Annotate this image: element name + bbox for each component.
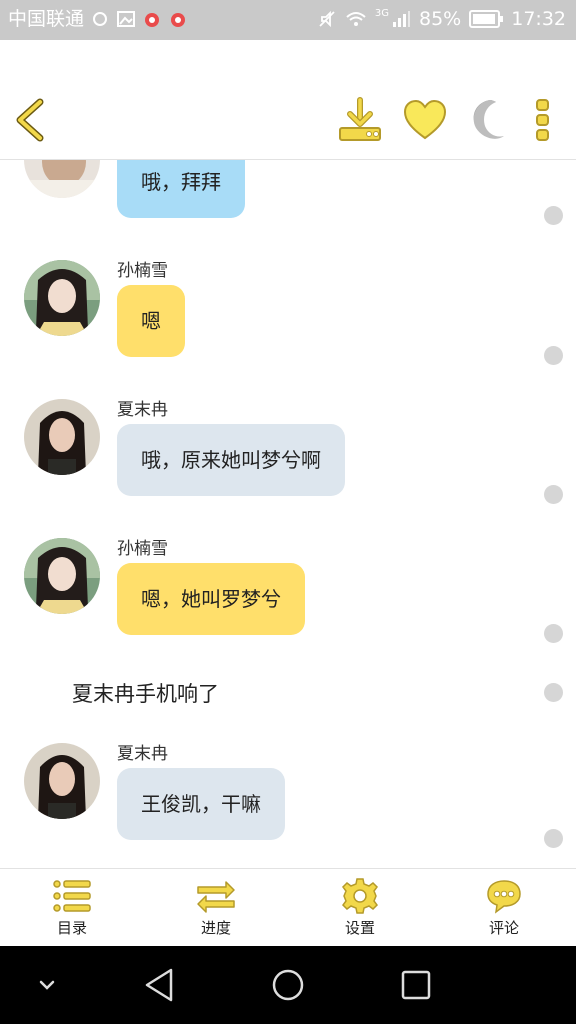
bottom-nav: 目录 进度 设置 评论 (0, 868, 576, 946)
sender-name: 孙楠雪 (117, 261, 168, 281)
narration-line: 夏末冉手机响了 (0, 670, 576, 720)
moon-icon[interactable] (466, 96, 514, 144)
narration-text: 夏末冉手机响了 (72, 682, 219, 706)
comment-dot[interactable] (544, 485, 563, 504)
gear-icon (342, 877, 378, 914)
app-badge-icon (171, 13, 186, 27)
chat-list: 哦，拜拜 孙楠雪 嗯 夏末冉 哦，原来她叫梦兮啊 孙楠雪 嗯，她叫罗梦兮 夏末冉… (0, 160, 576, 868)
sender-name: 夏末冉 (117, 400, 168, 420)
home-circle-icon[interactable] (265, 962, 311, 1008)
app-notification-icon (93, 12, 108, 26)
avatar (24, 538, 100, 614)
comment-dot[interactable] (544, 829, 563, 848)
comment-dot[interactable] (544, 206, 563, 225)
message-bubble: 嗯，她叫罗梦兮 (117, 563, 305, 635)
avatar (24, 743, 100, 819)
signal-icon (393, 11, 410, 27)
chat-message: 孙楠雪 嗯 (0, 256, 576, 376)
back-triangle-icon[interactable] (137, 962, 183, 1008)
chat-message: 哦，拜拜 (0, 160, 576, 230)
status-bar: 中国联通 3G 85% 17:32 (0, 0, 576, 40)
battery-icon (469, 10, 504, 28)
carrier-label: 中国联通 (8, 8, 85, 30)
chat-message: 夏末冉 哦，原来她叫梦兮啊 (0, 395, 576, 515)
nav-label: 设置 (344, 918, 375, 937)
image-notification-icon (117, 11, 136, 27)
chevron-left-icon[interactable] (12, 98, 48, 142)
recents-square-icon[interactable] (393, 962, 439, 1008)
nav-label: 进度 (200, 918, 231, 937)
mute-icon (319, 10, 335, 28)
nav-comments[interactable]: 评论 (432, 869, 576, 946)
message-bubble: 嗯 (117, 285, 185, 357)
nav-progress[interactable]: 进度 (144, 869, 288, 946)
nav-settings[interactable]: 设置 (288, 869, 432, 946)
comment-bubble-icon (487, 879, 521, 914)
chat-message: 孙楠雪 嗯，她叫罗梦兮 (0, 534, 576, 654)
avatar (24, 260, 100, 336)
nav-catalog[interactable]: 目录 (0, 869, 144, 946)
list-icon (53, 879, 91, 912)
battery-percent: 85% (419, 8, 462, 30)
comment-dot[interactable] (544, 683, 563, 702)
sender-name: 孙楠雪 (117, 539, 168, 559)
chat-message: 夏末冉 王俊凯，干嘛 (0, 739, 576, 859)
message-bubble: 哦，原来她叫梦兮啊 (117, 424, 345, 496)
avatar (24, 160, 100, 198)
avatar (24, 399, 100, 475)
more-vertical-icon[interactable] (521, 96, 565, 144)
comment-dot[interactable] (544, 624, 563, 643)
reader-header (0, 40, 576, 160)
message-bubble: 哦，拜拜 (117, 160, 245, 218)
wifi-icon (346, 12, 366, 26)
nav-label: 评论 (488, 918, 519, 937)
message-bubble: 王俊凯，干嘛 (117, 768, 285, 840)
heart-icon[interactable] (401, 96, 449, 144)
sender-name: 夏末冉 (117, 744, 168, 764)
comment-dot[interactable] (544, 346, 563, 365)
chevron-down-icon[interactable] (24, 962, 70, 1008)
nav-label: 目录 (56, 918, 87, 937)
network-label: 3G (374, 8, 389, 19)
clock: 17:32 (511, 8, 566, 30)
app-badge-icon (145, 13, 160, 27)
swap-arrows-icon (197, 880, 235, 913)
download-icon[interactable] (336, 96, 384, 144)
system-nav-bar (0, 946, 576, 1024)
